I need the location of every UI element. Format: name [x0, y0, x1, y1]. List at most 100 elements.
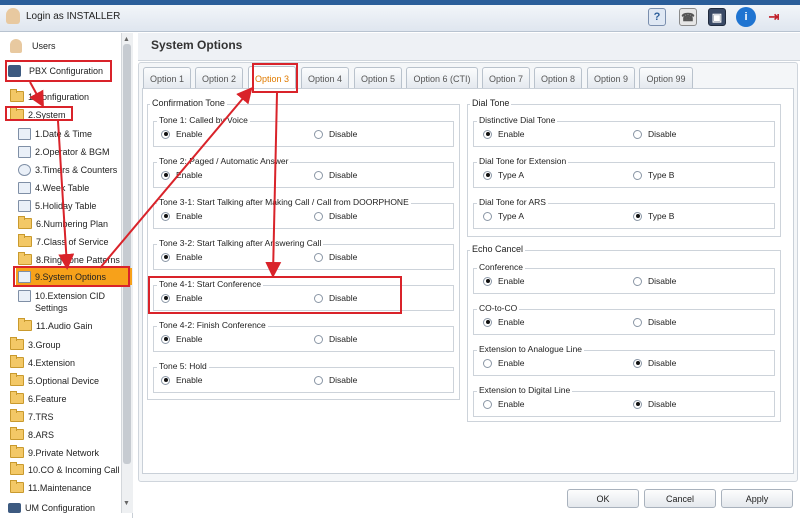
radio-option-enable[interactable]: Enable: [161, 129, 202, 139]
radio-option-type-a[interactable]: Type A: [483, 211, 524, 221]
radio-selected-icon[interactable]: [633, 211, 642, 221]
radio-selected-icon[interactable]: [483, 170, 492, 180]
save-icon[interactable]: ▣: [708, 8, 726, 26]
radio-option-enable[interactable]: Enable: [483, 399, 524, 409]
radio-unselected-icon[interactable]: [633, 170, 642, 180]
radio-selected-icon[interactable]: [633, 399, 642, 409]
radio-option-enable[interactable]: Enable: [483, 276, 524, 286]
radio-option-disable[interactable]: Disable: [633, 317, 676, 327]
radio-selected-icon[interactable]: [161, 252, 170, 262]
radio-unselected-icon[interactable]: [314, 211, 323, 221]
sidebar-item-numbering-plan[interactable]: 6.Numbering Plan: [18, 216, 108, 229]
radio-option-enable[interactable]: Enable: [161, 211, 202, 221]
radio-unselected-icon[interactable]: [633, 276, 642, 286]
radio-option-disable[interactable]: Disable: [314, 129, 357, 139]
sidebar-item-users[interactable]: Users: [10, 39, 56, 53]
scrollbar-thumb[interactable]: [123, 44, 131, 464]
sidebar-item-configuration[interactable]: 1.Configuration: [10, 89, 89, 102]
sidebar-item-date-time[interactable]: 1.Date & Time: [18, 128, 92, 140]
radio-unselected-icon[interactable]: [314, 334, 323, 344]
radio-unselected-icon[interactable]: [483, 211, 492, 221]
radio-option-enable[interactable]: Enable: [161, 170, 202, 180]
radio-selected-icon[interactable]: [483, 276, 492, 286]
radio-option-disable[interactable]: Disable: [633, 276, 676, 286]
sidebar-item-extension-cid-settings[interactable]: 10.Extension CID Settings: [18, 290, 117, 314]
phone-icon[interactable]: ☎: [679, 8, 697, 26]
sidebar-item-holiday-table[interactable]: 5.Holiday Table: [18, 200, 96, 212]
radio-selected-icon[interactable]: [161, 375, 170, 385]
tab-option-7[interactable]: Option 7: [482, 67, 530, 89]
radio-unselected-icon[interactable]: [314, 252, 323, 262]
radio-option-disable[interactable]: Disable: [314, 375, 357, 385]
radio-option-enable[interactable]: Enable: [161, 334, 202, 344]
sidebar-item-optional-device[interactable]: 5.Optional Device: [10, 373, 99, 386]
radio-option-enable[interactable]: Enable: [483, 129, 524, 139]
radio-option-type-a[interactable]: Type A: [483, 170, 524, 180]
radio-label: Disable: [648, 358, 677, 368]
radio-option-disable[interactable]: Disable: [633, 358, 676, 368]
radio-unselected-icon[interactable]: [314, 170, 323, 180]
sidebar-item-um-configuration[interactable]: UM Configuration: [8, 503, 95, 513]
radio-option-disable[interactable]: Disable: [314, 211, 357, 221]
tab-option-4[interactable]: Option 4: [301, 67, 349, 89]
sidebar-item-week-table[interactable]: 4.Week Table: [18, 182, 89, 194]
radio-selected-icon[interactable]: [161, 129, 170, 139]
radio-option-enable[interactable]: Enable: [161, 375, 202, 385]
radio-unselected-icon[interactable]: [314, 375, 323, 385]
sidebar-item-audio-gain[interactable]: 11.Audio Gain: [18, 318, 92, 331]
help-icon[interactable]: ?: [648, 8, 666, 26]
annotation-box-system: [5, 106, 73, 121]
option-group-title: Dial Tone for ARS: [477, 197, 548, 207]
radio-unselected-icon[interactable]: [483, 358, 492, 368]
sidebar-item-co-incoming-call[interactable]: 10.CO & Incoming Call: [10, 462, 120, 475]
tab-option-1[interactable]: Option 1: [143, 67, 191, 89]
radio-unselected-icon[interactable]: [483, 399, 492, 409]
option-group-title: Distinctive Dial Tone: [477, 115, 558, 125]
cid-icon: [18, 290, 31, 302]
radio-option-type-b[interactable]: Type B: [633, 211, 674, 221]
cancel-button[interactable]: Cancel: [644, 489, 716, 508]
radio-option-disable[interactable]: Disable: [314, 252, 357, 262]
radio-option-disable[interactable]: Disable: [633, 129, 676, 139]
sidebar-item-trs[interactable]: 7.TRS: [10, 409, 54, 422]
sidebar-item-group[interactable]: 3.Group: [10, 337, 61, 350]
sidebar-item-class-of-service[interactable]: 7.Class of Service: [18, 234, 109, 247]
ok-button[interactable]: OK: [567, 489, 639, 508]
radio-selected-icon[interactable]: [633, 358, 642, 368]
scroll-up-arrow[interactable]: ▲: [123, 36, 130, 43]
sidebar-item-label: 7.Class of Service: [36, 236, 109, 247]
radio-unselected-icon[interactable]: [633, 317, 642, 327]
radio-option-type-b[interactable]: Type B: [633, 170, 674, 180]
scroll-down-arrow[interactable]: ▼: [123, 500, 130, 507]
sidebar-item-timers-counters[interactable]: 3.Timers & Counters: [18, 164, 117, 176]
sidebar-item-maintenance[interactable]: 11.Maintenance: [10, 480, 91, 493]
radio-selected-icon[interactable]: [483, 317, 492, 327]
radio-selected-icon[interactable]: [161, 211, 170, 221]
sidebar-item-private-network[interactable]: 9.Private Network: [10, 445, 99, 458]
sidebar-item-feature[interactable]: 6.Feature: [10, 391, 67, 404]
radio-option-enable[interactable]: Enable: [483, 358, 524, 368]
tab-option-5[interactable]: Option 5: [354, 67, 402, 89]
radio-selected-icon[interactable]: [483, 129, 492, 139]
radio-unselected-icon[interactable]: [633, 129, 642, 139]
radio-selected-icon[interactable]: [161, 334, 170, 344]
info-icon[interactable]: i: [736, 7, 756, 27]
logout-icon[interactable]: ⇥: [765, 8, 783, 26]
tab-option-2[interactable]: Option 2: [195, 67, 243, 89]
tab-option-8[interactable]: Option 8: [534, 67, 582, 89]
radio-option-disable[interactable]: Disable: [314, 334, 357, 344]
tab-option-99[interactable]: Option 99: [639, 67, 693, 89]
tab-option-6-cti[interactable]: Option 6 (CTI): [406, 67, 478, 89]
radio-option-enable[interactable]: Enable: [161, 252, 202, 262]
radio-selected-icon[interactable]: [161, 170, 170, 180]
sidebar-item-extension[interactable]: 4.Extension: [10, 355, 75, 368]
radio-option-disable[interactable]: Disable: [633, 399, 676, 409]
sidebar-item-operator-bgm[interactable]: 2.Operator & BGM: [18, 146, 110, 158]
tab-option-9[interactable]: Option 9: [587, 67, 635, 89]
sidebar-item-ars[interactable]: 8.ARS: [10, 427, 54, 440]
apply-button[interactable]: Apply: [721, 489, 793, 508]
radio-option-disable[interactable]: Disable: [314, 170, 357, 180]
radio-option-enable[interactable]: Enable: [483, 317, 524, 327]
radio-unselected-icon[interactable]: [314, 129, 323, 139]
sidebar-item-ring-tone-patterns[interactable]: 8.Ring Tone Patterns: [18, 252, 120, 265]
